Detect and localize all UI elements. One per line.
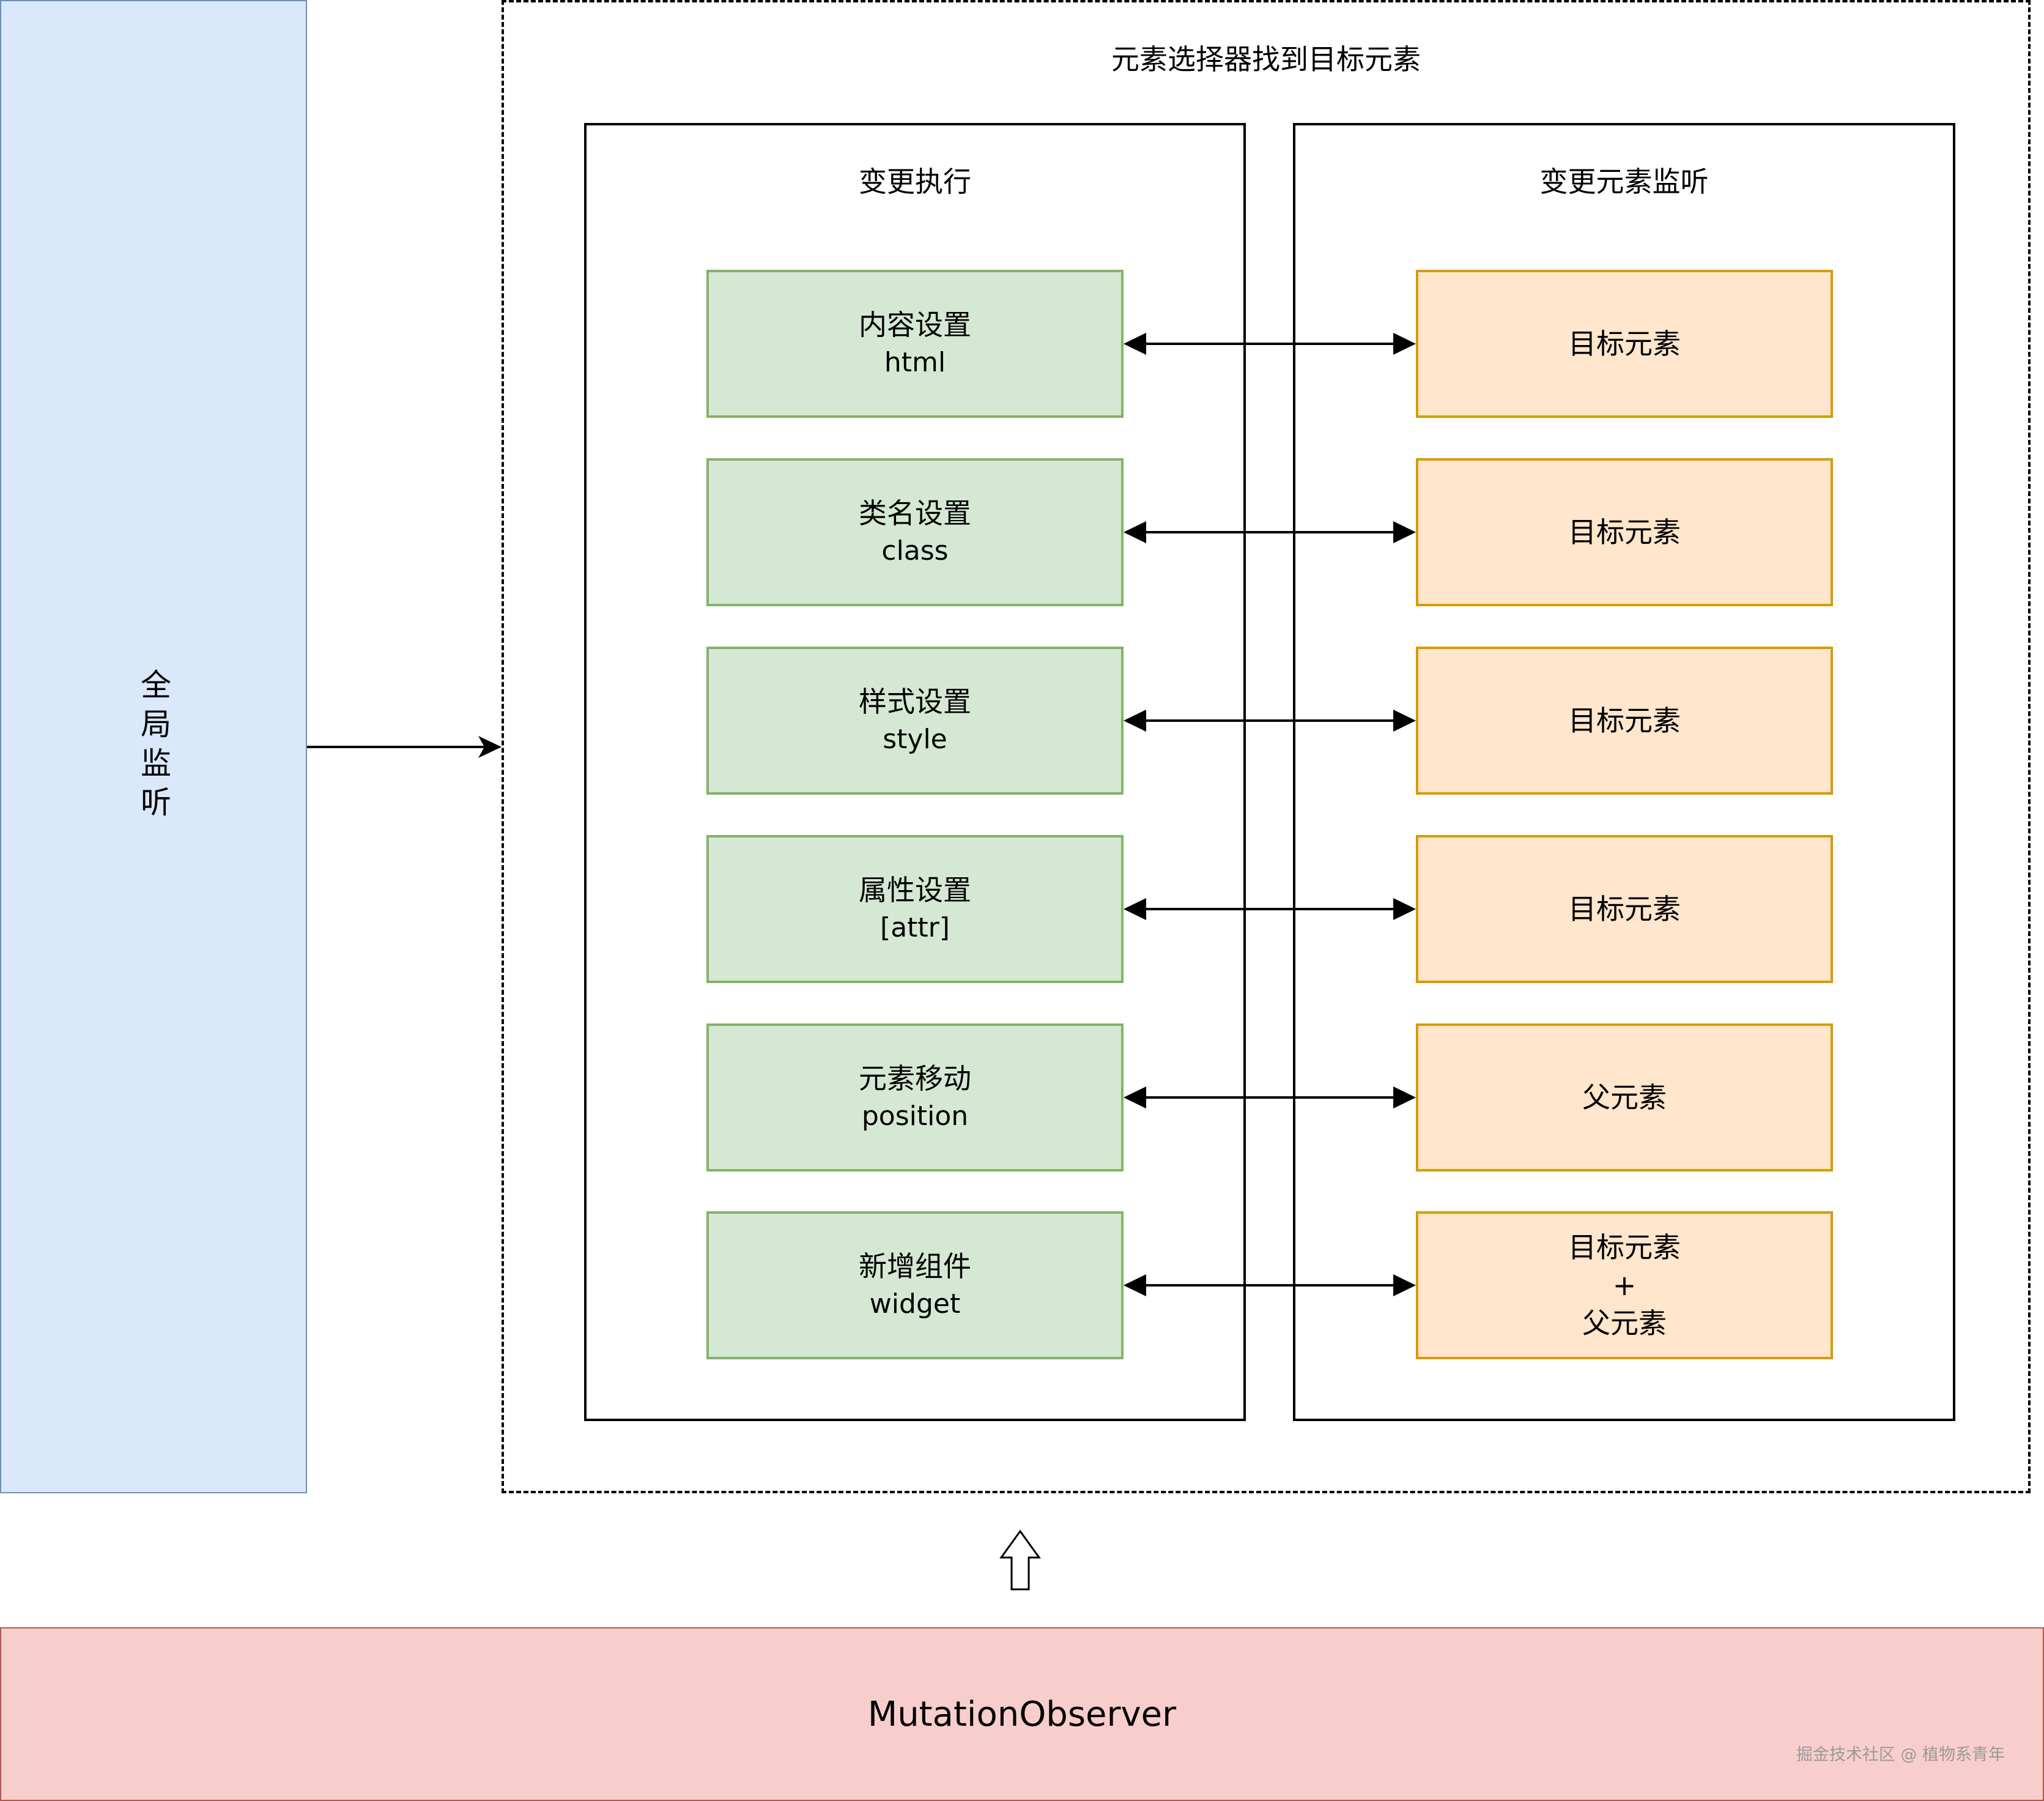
connectors-layer <box>307 333 1416 1591</box>
mutation-observer-label: MutationObserver <box>867 1694 1177 1734</box>
bidi-arrow-6 <box>1124 1274 1416 1296</box>
bidi-arrow-5 <box>1124 1086 1416 1108</box>
bidi-arrow-2 <box>1124 521 1416 543</box>
bidi-arrow-1 <box>1124 333 1416 355</box>
bidirectional-arrows <box>1124 333 1416 1296</box>
bidi-arrow-4 <box>1124 898 1416 920</box>
bidi-arrow-3 <box>1124 710 1416 732</box>
mutation-observer-box: MutationObserver <box>0 1627 2044 1801</box>
observer-up-arrow-icon <box>999 1529 1041 1591</box>
watermark: 掘金技术社区 @ 植物系青年 <box>1796 1745 2005 1764</box>
